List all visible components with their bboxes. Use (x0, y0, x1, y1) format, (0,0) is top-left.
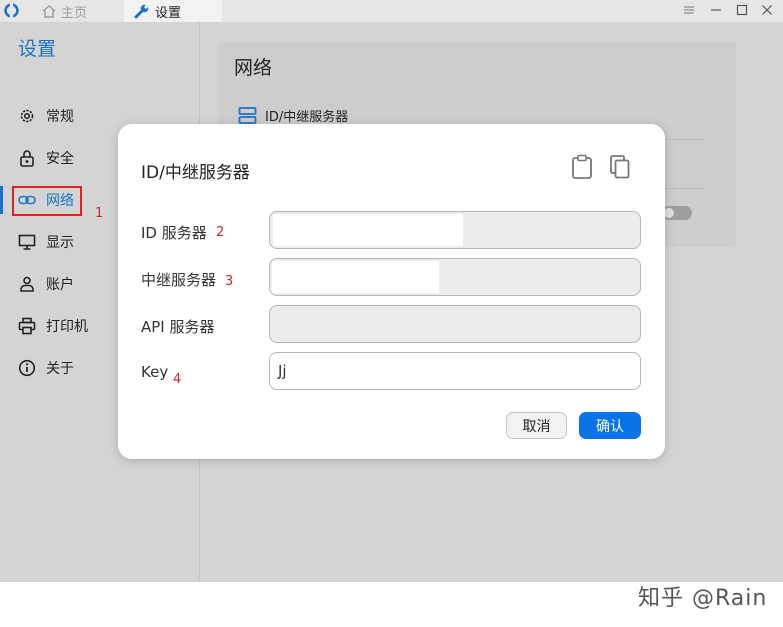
gear-icon (20, 109, 34, 123)
annotation-number: 1 (95, 206, 104, 221)
api-server-label: API 服务器 (141, 318, 215, 336)
confirm-button[interactable]: 确认 (579, 412, 641, 439)
lock-icon (20, 150, 34, 167)
content-title: 网络 (234, 57, 273, 79)
id-server-input[interactable] (269, 211, 641, 249)
sidebar-item-label: 打印机 (46, 319, 88, 335)
watermark: 知乎 @Rain (638, 586, 768, 611)
copy-icon[interactable] (608, 154, 632, 180)
sidebar-item-label: 显示 (46, 235, 74, 251)
annotation-box (12, 186, 82, 216)
sidebar-item-account[interactable]: 账户 (18, 272, 74, 296)
tab-home[interactable]: 主页 (42, 0, 87, 22)
maximize-icon[interactable] (734, 1, 750, 19)
toggle-switch[interactable] (662, 206, 692, 220)
id-server-label: ID 服务器 (141, 224, 207, 242)
relay-server-label: 中继服务器 (141, 271, 217, 289)
sidebar-item-label: 账户 (46, 277, 74, 293)
app-window: 主页 设置 设置 常规 安全 网络 1 显示 账户 打印机 关于 网络 ID/中… (0, 0, 783, 582)
user-icon (20, 276, 34, 292)
home-icon (42, 4, 56, 18)
relay-server-input[interactable] (269, 258, 641, 296)
title-bar: 主页 设置 (0, 0, 783, 22)
info-icon (18, 359, 36, 377)
menu-icon[interactable] (681, 1, 697, 19)
tab-settings[interactable]: 设置 (124, 0, 222, 22)
printer-icon (18, 317, 36, 335)
sidebar-item-label: 关于 (46, 361, 74, 377)
minimize-icon[interactable] (708, 1, 724, 19)
wrench-icon (134, 4, 149, 19)
redacted-value (272, 261, 439, 293)
tab-home-label: 主页 (61, 5, 88, 21)
sidebar-item-general[interactable]: 常规 (18, 104, 74, 128)
sidebar-item-security[interactable]: 安全 (18, 146, 74, 170)
server-settings-row[interactable]: ID/中继服务器 (238, 106, 348, 125)
monitor-icon (18, 234, 36, 250)
server-icon (238, 107, 257, 124)
tab-settings-label: 设置 (155, 5, 182, 21)
annotation-number: 4 (173, 372, 182, 387)
paste-icon[interactable] (570, 154, 594, 180)
key-label: Key (141, 363, 169, 381)
key-input[interactable]: Jj (269, 352, 641, 390)
dialog-title: ID/中继服务器 (141, 163, 250, 183)
server-settings-label: ID/中继服务器 (265, 110, 349, 125)
server-dialog: ID/中继服务器 ID 服务器 2 中继服务器 3 API 服务器 Key 4 … (118, 124, 665, 459)
active-indicator (0, 186, 3, 214)
redacted-value (273, 214, 463, 246)
annotation-number: 2 (216, 225, 225, 240)
sidebar-title: 设置 (18, 38, 57, 60)
sidebar-item-display[interactable]: 显示 (18, 230, 74, 254)
sidebar-item-label: 安全 (46, 151, 74, 167)
cancel-button[interactable]: 取消 (506, 412, 567, 439)
annotation-number: 3 (225, 274, 234, 289)
sidebar-item-about[interactable]: 关于 (18, 356, 74, 380)
close-icon[interactable] (759, 1, 775, 19)
sidebar-item-label: 常规 (46, 109, 74, 125)
app-logo-icon (4, 2, 19, 19)
api-server-input[interactable] (269, 305, 641, 343)
sidebar-item-printer[interactable]: 打印机 (18, 314, 88, 338)
